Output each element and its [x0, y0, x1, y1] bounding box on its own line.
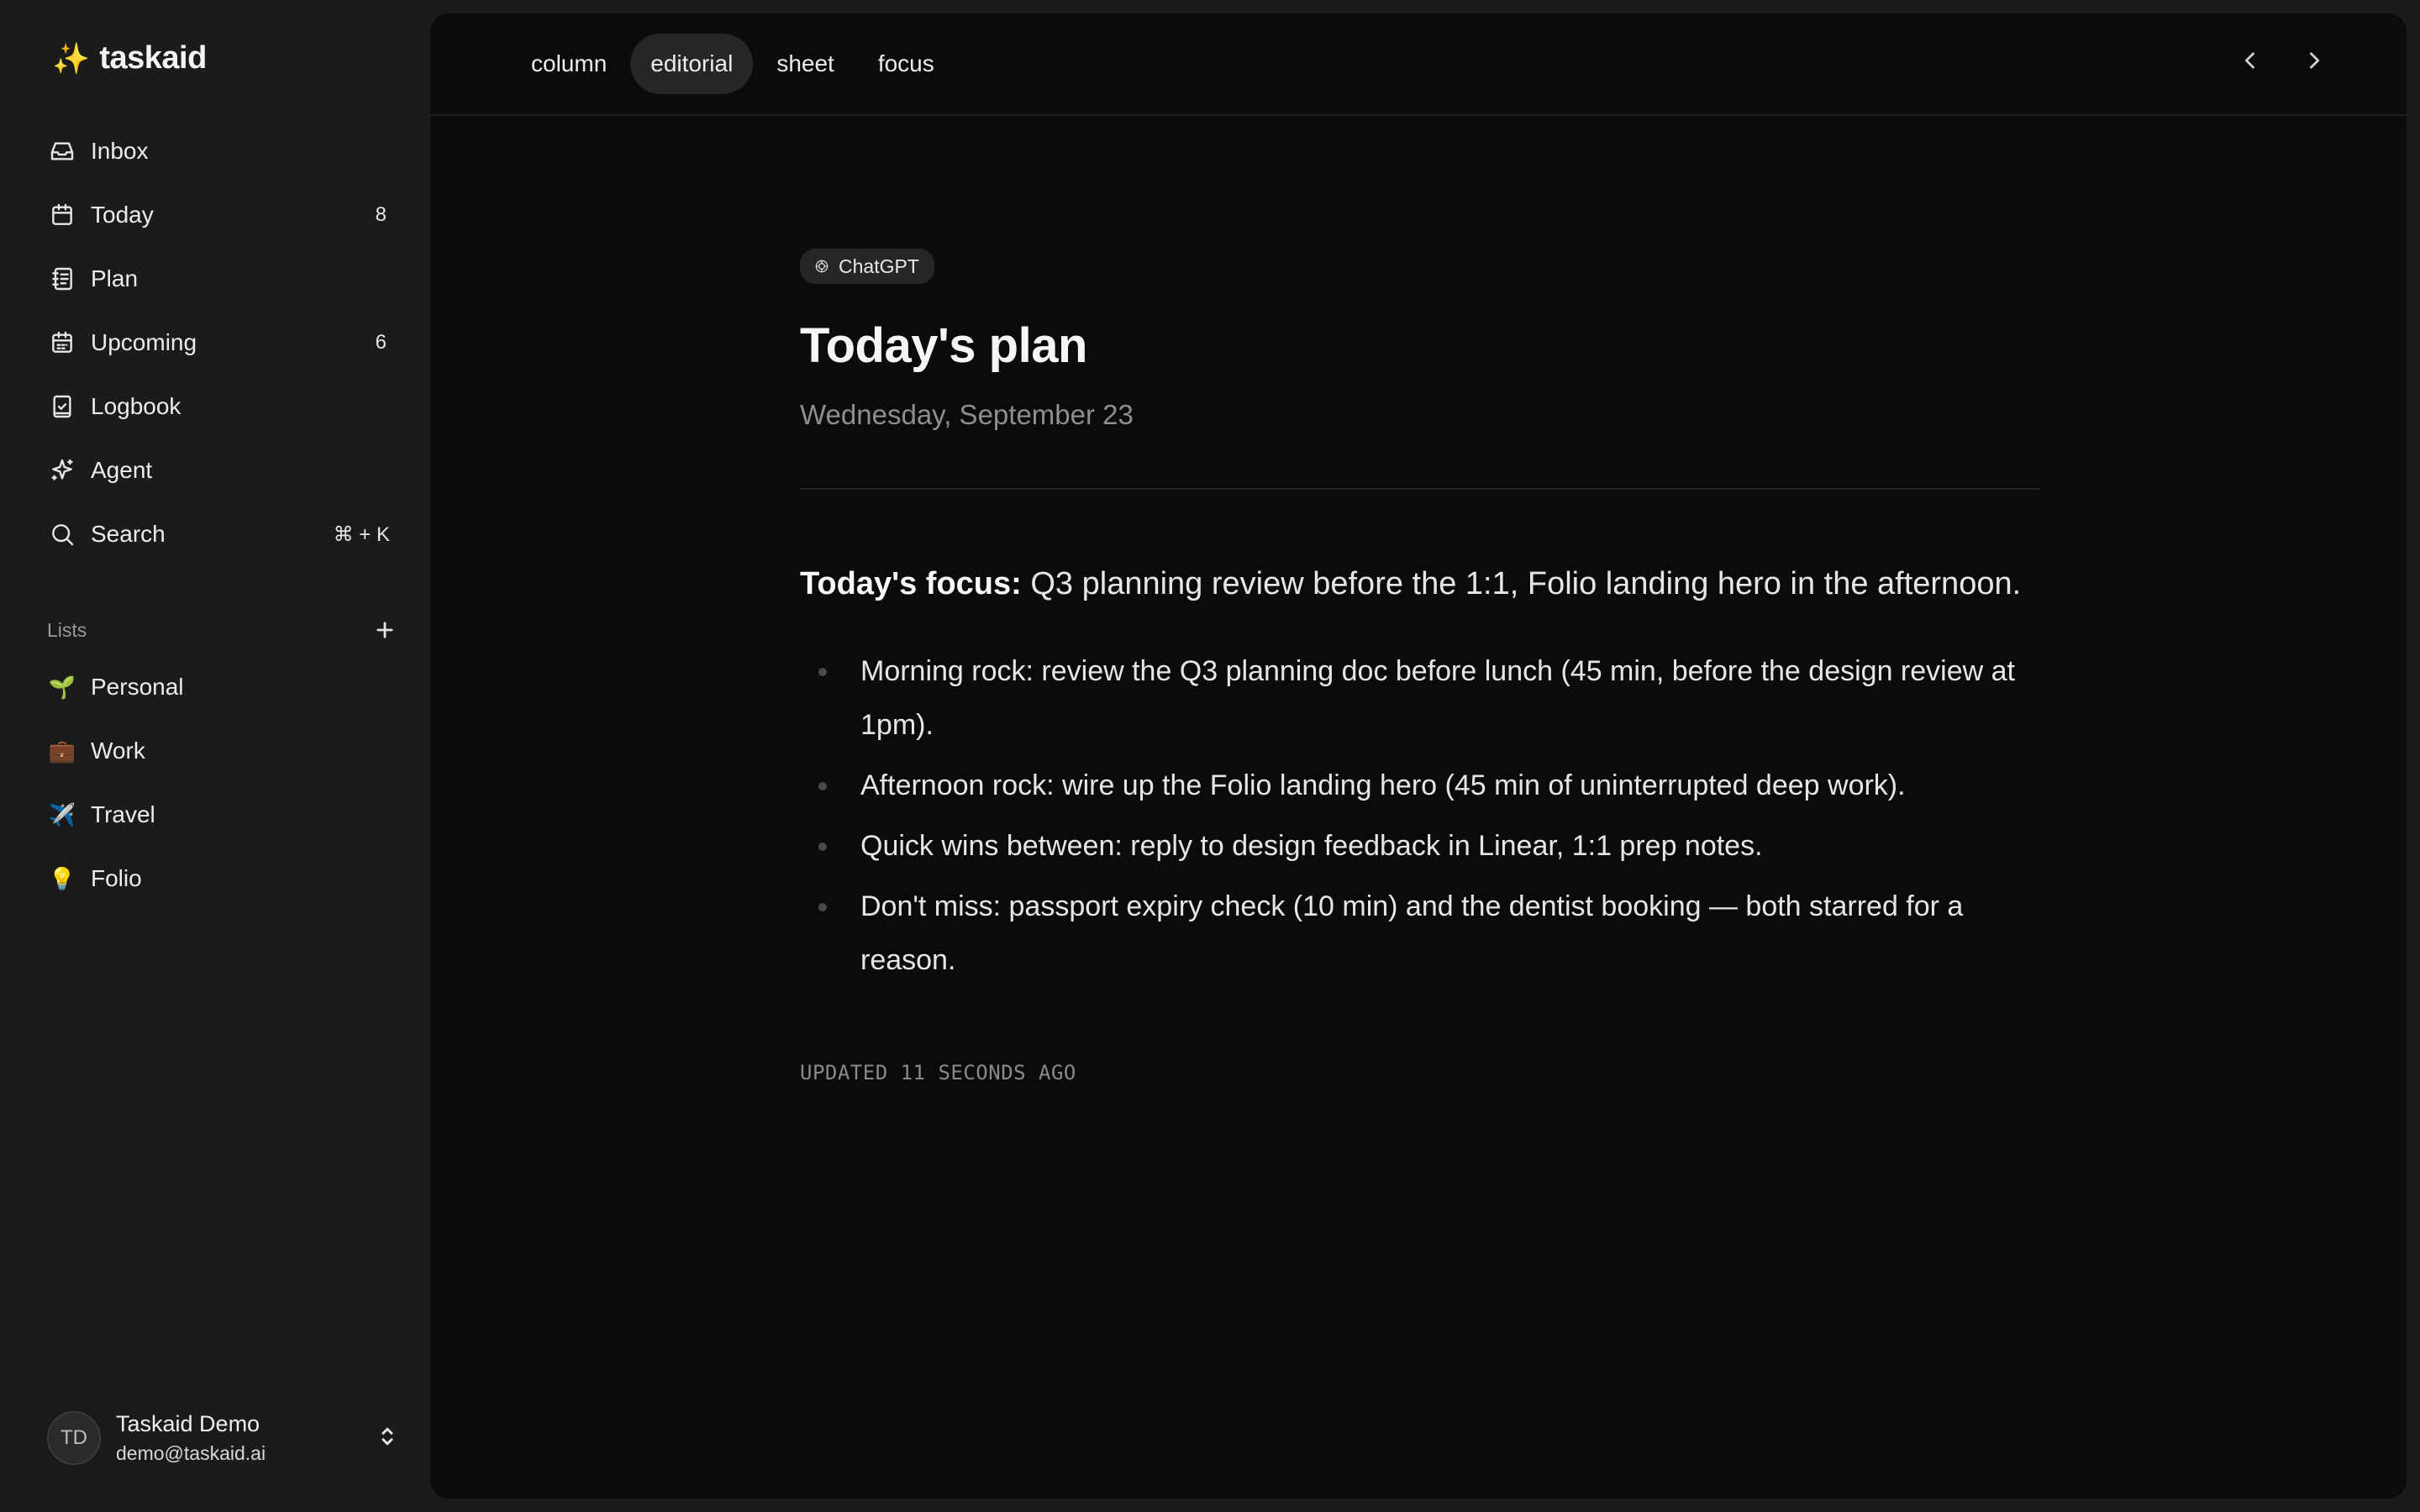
updated-timestamp: UPDATED 11 SECONDS AGO	[800, 1061, 1076, 1084]
sidebar-item-today[interactable]: Today 8	[37, 183, 403, 247]
lists-header: Lists	[47, 615, 400, 645]
page-date: Wednesday, September 23	[800, 399, 1134, 430]
calendar-grid-icon	[47, 328, 77, 358]
sidebar: ✨ taskaid Inbox Today 8 Plan Upcoming 6 …	[0, 0, 430, 1512]
sidebar-item-inbox[interactable]: Inbox	[37, 119, 403, 183]
app: ✨ taskaid Inbox Today 8 Plan Upcoming 6 …	[0, 0, 2420, 1512]
avatar: TD	[47, 1411, 101, 1465]
next-button[interactable]	[2299, 45, 2329, 76]
brand-logo[interactable]: ✨ taskaid	[52, 40, 207, 76]
sidebar-item-label: Inbox	[91, 138, 149, 164]
sidebar-item-label: Agent	[91, 457, 153, 483]
list-item-label: Travel	[91, 801, 155, 827]
list-item-label: Personal	[91, 674, 184, 700]
plus-icon	[376, 622, 393, 638]
list-item-work[interactable]: 💼 Work	[37, 719, 403, 783]
tab-column[interactable]: column	[511, 34, 627, 94]
brand-name: taskaid	[99, 40, 207, 76]
focus-text: Q3 planning review before the 1:1, Folio…	[1021, 566, 2022, 601]
tab-editorial[interactable]: editorial	[630, 34, 754, 94]
seedling-icon: 🌱	[48, 675, 76, 700]
page-title: Today's plan	[800, 318, 1087, 373]
list-item: Morning rock: review the Q3 planning doc…	[800, 644, 2040, 752]
pager	[2235, 45, 2329, 76]
sidebar-item-agent[interactable]: Agent	[37, 438, 403, 502]
logbook-icon	[47, 391, 77, 422]
focus-summary: Today's focus: Q3 planning review before…	[800, 554, 2040, 614]
search-icon	[47, 519, 77, 549]
user-info: Taskaid Demo demo@taskaid.ai	[116, 1411, 375, 1465]
list-item: Afternoon rock: wire up the Folio landin…	[800, 759, 2040, 812]
sidebar-item-logbook[interactable]: Logbook	[37, 375, 403, 438]
list-item-travel[interactable]: ✈️ Travel	[37, 783, 403, 847]
previous-button[interactable]	[2235, 45, 2265, 76]
source-badge-label: ChatGPT	[839, 255, 919, 277]
sidebar-item-label: Plan	[91, 265, 139, 291]
notebook-icon	[47, 264, 77, 294]
user-menu[interactable]: TD Taskaid Demo demo@taskaid.ai	[47, 1408, 400, 1468]
tab-focus[interactable]: focus	[858, 34, 955, 94]
sidebar-item-upcoming[interactable]: Upcoming 6	[37, 311, 403, 375]
main-panel: column editorial sheet focus ChatGPT Tod…	[430, 13, 2407, 1499]
airplane-icon: ✈️	[48, 802, 76, 827]
search-shortcut: ⌘ + K	[333, 522, 390, 546]
user-name: Taskaid Demo	[116, 1411, 260, 1436]
upcoming-count-badge: 6	[375, 331, 387, 354]
focus-label: Today's focus:	[800, 566, 1022, 601]
list-item-folio[interactable]: 💡 Folio	[37, 847, 403, 911]
chevron-up-down-icon	[375, 1424, 400, 1453]
lists-heading: Lists	[47, 618, 87, 641]
list-item-personal[interactable]: 🌱 Personal	[37, 655, 403, 719]
sidebar-item-label: Search	[91, 521, 166, 547]
sidebar-item-search[interactable]: Search ⌘ + K	[37, 502, 403, 566]
sidebar-item-label: Upcoming	[91, 329, 197, 355]
sparkles-icon: ✨	[52, 40, 90, 76]
sidebar-item-plan[interactable]: Plan	[37, 247, 403, 311]
calendar-icon	[47, 200, 77, 230]
divider	[800, 488, 2040, 490]
lists: 🌱 Personal 💼 Work ✈️ Travel 💡 Folio	[37, 655, 403, 911]
user-email: demo@taskaid.ai	[116, 1442, 266, 1464]
source-badge: ChatGPT	[800, 249, 934, 284]
chevron-right-icon	[2310, 52, 2320, 69]
plan-bullets: Morning rock: review the Q3 planning doc…	[800, 644, 2040, 987]
add-list-button[interactable]	[370, 615, 400, 645]
inbox-icon	[47, 136, 77, 166]
plan-document: ChatGPT Today's plan Wednesday, Septembe…	[800, 249, 2040, 1084]
briefcase-icon: 💼	[48, 738, 76, 764]
list-item: Quick wins between: reply to design feed…	[800, 819, 2040, 873]
sidebar-item-label: Today	[91, 202, 154, 228]
list-item-label: Folio	[91, 865, 142, 891]
today-count-badge: 8	[375, 203, 387, 226]
tab-sheet[interactable]: sheet	[756, 34, 855, 94]
view-tabs: column editorial sheet focus	[511, 34, 955, 94]
list-item-label: Work	[91, 738, 145, 764]
sidebar-item-label: Logbook	[91, 393, 182, 419]
sparkle-agent-icon	[47, 455, 77, 486]
view-toolbar: column editorial sheet focus	[430, 13, 2407, 116]
openai-icon	[815, 260, 829, 273]
chevron-left-icon	[2244, 52, 2254, 69]
list-item: Don't miss: passport expiry check (10 mi…	[800, 879, 2040, 987]
sidebar-nav: Inbox Today 8 Plan Upcoming 6 Logbook Ag…	[37, 119, 403, 566]
lightbulb-icon: 💡	[48, 866, 76, 891]
